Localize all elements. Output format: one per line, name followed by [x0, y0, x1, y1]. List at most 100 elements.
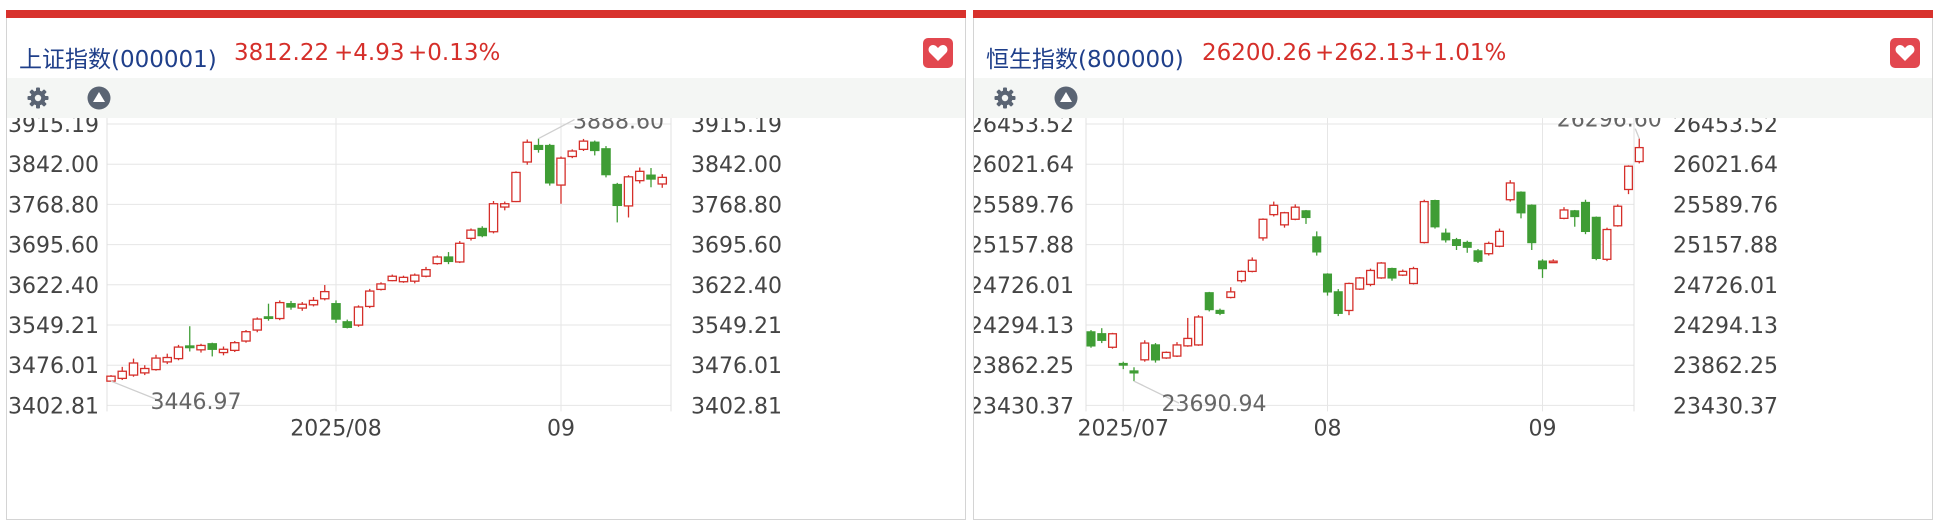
- y-axis-label-left: 3402.81: [8, 394, 99, 419]
- candlestick-chart[interactable]: 3915.19 3915.19 3842.00 3842.00 3768.80 3768.…: [7, 118, 965, 518]
- candle-down: [207, 343, 218, 350]
- panel-header: 上证指数(000001) 3812.22 +4.93 +0.13%: [7, 18, 965, 78]
- candle-up: [229, 342, 240, 352]
- x-axis-label: 2025/07: [1078, 416, 1169, 441]
- panel-accent-bar: [6, 10, 966, 18]
- y-axis-label-left: 3695.60: [8, 234, 99, 259]
- candle-down: [1204, 292, 1214, 311]
- y-axis-label-right: 23430.37: [1673, 394, 1778, 419]
- candle-up: [162, 356, 173, 363]
- candle-down: [1570, 210, 1580, 218]
- index-change: +4.93: [334, 40, 405, 66]
- y-axis-label-right: 3549.21: [691, 314, 782, 339]
- triangle-up-circle-icon[interactable]: [86, 85, 112, 111]
- y-axis-label-left: 23430.37: [974, 394, 1074, 419]
- candle-up: [1613, 205, 1623, 227]
- candle-up: [1634, 146, 1644, 163]
- candle-up: [1193, 316, 1204, 346]
- candle-up: [117, 370, 128, 380]
- candle-up: [1623, 165, 1634, 191]
- panel-hangseng: 恒生指数(800000) 26200.26 +262.13 +1.01% 264…: [973, 10, 1933, 520]
- candle-up: [1376, 262, 1386, 279]
- candle-down: [1215, 309, 1225, 314]
- candle-up: [364, 290, 375, 308]
- candle-down: [646, 174, 656, 180]
- candle-up: [578, 140, 589, 151]
- candle-up: [353, 306, 364, 326]
- candle-down: [1301, 210, 1311, 219]
- candle-down: [443, 256, 454, 263]
- y-axis-label-right: 3695.60: [691, 234, 782, 259]
- index-change-percent: +1.01%: [1414, 40, 1507, 66]
- candle-down: [1333, 291, 1343, 314]
- candle-down: [1430, 200, 1440, 228]
- candle-up: [1226, 291, 1236, 299]
- y-axis-label-left: 3549.21: [8, 314, 99, 339]
- x-axis-label: 09: [547, 416, 575, 441]
- candle-up: [1344, 282, 1354, 312]
- candle-up: [466, 229, 476, 239]
- candle-down: [1591, 216, 1601, 260]
- candle-down: [1473, 250, 1483, 262]
- y-axis-label-right: 3476.01: [691, 354, 782, 379]
- candle-up: [409, 274, 420, 282]
- favorite-button[interactable]: [1890, 38, 1920, 68]
- index-change-percent: +0.13%: [408, 40, 501, 66]
- candle-up: [1494, 230, 1505, 247]
- candle-down: [1451, 239, 1462, 246]
- candle-up: [1365, 269, 1376, 286]
- candle-down: [477, 227, 488, 237]
- candle-down: [1322, 273, 1333, 293]
- y-axis-label-left: 3476.01: [8, 354, 99, 379]
- heart-icon: [928, 45, 948, 61]
- candle-up: [511, 171, 521, 203]
- candle-down: [1527, 204, 1537, 244]
- y-axis-label-left: 23862.25: [974, 354, 1074, 379]
- y-axis-label-right: 26021.64: [1673, 153, 1778, 178]
- chart-toolbar: [974, 78, 1932, 118]
- index-price: 3812.22: [234, 40, 330, 66]
- y-axis-label-left: 26021.64: [974, 153, 1074, 178]
- candle-up: [1548, 260, 1558, 264]
- candle-up: [432, 256, 443, 265]
- candle-up: [106, 375, 116, 382]
- candle-up: [151, 357, 161, 371]
- candle-up: [657, 176, 668, 185]
- candlestick-chart-svg: 26453.52 26453.52 26021.64 26021.64 25589.76…: [974, 118, 1778, 441]
- candle-up: [1602, 228, 1612, 260]
- candle-down: [286, 303, 296, 308]
- candle-down: [601, 148, 611, 176]
- index-name[interactable]: 恒生指数(800000): [986, 40, 1184, 74]
- candle-up: [1398, 270, 1408, 276]
- min-annotation: 23690.94: [1162, 392, 1267, 417]
- y-axis-label-right: 3768.80: [691, 193, 782, 218]
- candle-up: [1183, 337, 1193, 347]
- y-axis-label-left: 3622.40: [8, 274, 99, 299]
- y-axis-label-left: 24726.01: [974, 274, 1074, 299]
- gear-icon[interactable]: [25, 85, 51, 111]
- candle-down: [1086, 331, 1096, 347]
- y-axis-label-right: 3402.81: [691, 394, 782, 419]
- candle-up: [1505, 182, 1515, 201]
- candle-up: [1408, 267, 1419, 285]
- candle-up: [218, 348, 229, 354]
- candle-up: [1559, 209, 1569, 219]
- candle-up: [128, 362, 139, 376]
- y-axis-label-right: 24294.13: [1673, 314, 1778, 339]
- candle-down: [533, 144, 544, 151]
- y-axis-label-left: 3915.19: [8, 118, 99, 138]
- candle-up: [139, 367, 150, 374]
- y-axis-label-right: 3842.00: [691, 153, 782, 178]
- triangle-up-circle-icon[interactable]: [1053, 85, 1079, 111]
- candle-down: [544, 144, 555, 184]
- index-name[interactable]: 上证指数(000001): [19, 40, 217, 74]
- candle-down: [331, 303, 341, 320]
- candlestick-chart[interactable]: 26453.52 26453.52 26021.64 26021.64 25589.76…: [974, 118, 1932, 518]
- favorite-button[interactable]: [923, 38, 953, 68]
- min-annotation: 3446.97: [151, 390, 242, 415]
- candle-up: [1279, 212, 1290, 226]
- candle-up: [1161, 351, 1171, 359]
- candle-up: [488, 203, 499, 233]
- gear-icon[interactable]: [992, 85, 1018, 111]
- candle-down: [1441, 232, 1451, 241]
